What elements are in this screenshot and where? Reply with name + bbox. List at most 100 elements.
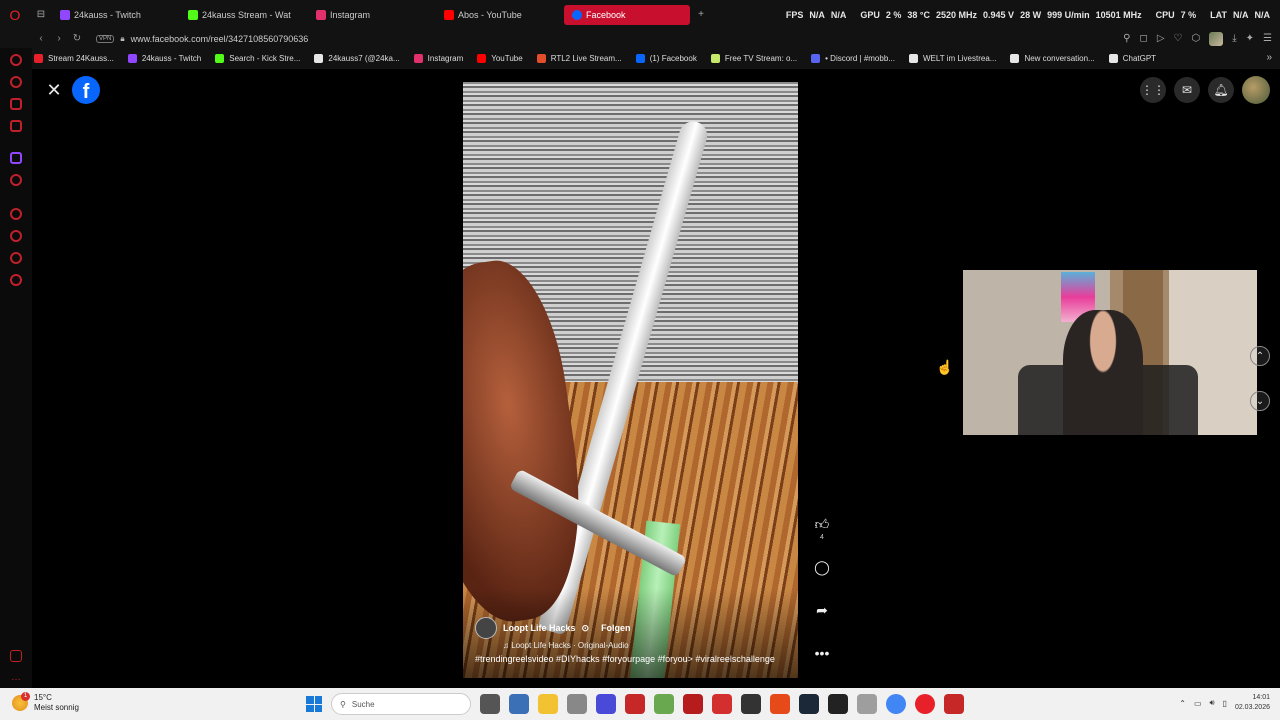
url-field[interactable]: www.facebook.com/reel/3427108560790636 [131, 34, 309, 44]
weather-widget[interactable]: 1 15°C Meist sonnig [12, 692, 79, 713]
task-view-icon[interactable] [480, 694, 500, 714]
taskbar-search[interactable]: ⚲ Suche [331, 693, 471, 715]
windows-taskbar: 1 15°C Meist sonnig ⚲ Suche ⌃ ▭ 🔊︎ ▯ 14:… [0, 688, 1280, 720]
clock-icon[interactable] [10, 230, 22, 242]
steam-icon[interactable] [799, 694, 819, 714]
notifications-bell-icon[interactable]: 🔔︎ [1208, 77, 1234, 103]
twitch-sidebar-icon[interactable] [10, 98, 22, 110]
chrome-icon[interactable] [886, 694, 906, 714]
tab-youtube[interactable]: Abos - YouTube [436, 5, 564, 25]
snapshot-icon[interactable]: ◻ [1140, 33, 1148, 44]
windows-start-icon[interactable] [306, 696, 322, 712]
vegas-icon[interactable] [596, 694, 616, 714]
bookmark-item[interactable]: YouTube [477, 54, 523, 63]
comment-icon[interactable]: ◯ [814, 559, 830, 577]
tiktok-sidebar-icon[interactable] [10, 120, 22, 132]
epic-games-icon[interactable] [828, 694, 848, 714]
bookmark-item[interactable]: • Discord | #mobb... [811, 54, 895, 63]
taskbar-apps: ⚲ Suche [306, 693, 964, 715]
battery-icon[interactable]: ▯ [1223, 699, 1227, 708]
bookmark-item[interactable]: 24kauss7 (@24ka... [314, 54, 400, 63]
network-icon[interactable]: ▭ [1194, 699, 1202, 708]
profile-avatar[interactable] [1209, 31, 1224, 46]
history-icon[interactable] [10, 208, 22, 220]
author-avatar[interactable] [475, 617, 497, 639]
like-icon[interactable]: 👍︎ [815, 516, 830, 534]
extensions-sidebar-icon[interactable] [10, 252, 22, 264]
menu-icon[interactable]: ☰ [1263, 33, 1272, 44]
facebook-logo-icon[interactable]: f [72, 76, 100, 104]
origin-icon[interactable] [770, 694, 790, 714]
bookmark-item[interactable]: 24kauss - Twitch [127, 54, 201, 63]
settings-gear-icon[interactable] [857, 694, 877, 714]
sidebar-more-icon[interactable]: … [11, 672, 21, 683]
reel-video[interactable]: Loopt Life Hacks ⊙ Folgen ♫ Loopt Life H… [463, 82, 798, 678]
bookmark-item[interactable]: Instagram [413, 54, 463, 63]
author-name[interactable]: Loopt Life Hacks [503, 623, 576, 633]
speed-dial-icon[interactable] [10, 54, 22, 66]
menu-grid-icon[interactable]: ⋮⋮ [1140, 77, 1166, 103]
settings-icon[interactable] [10, 274, 22, 286]
weather-temp: 15°C [34, 693, 52, 702]
extensions-icon[interactable]: ⬡ [1191, 33, 1200, 44]
volume-icon[interactable]: 🔊︎ [1210, 698, 1215, 708]
opera-taskbar-icon[interactable] [625, 694, 645, 714]
gx-logo-icon[interactable] [10, 650, 22, 662]
bookmark-item[interactable]: New conversation... [1010, 54, 1095, 63]
bookmark-item[interactable]: WELT im Livestrea... [908, 54, 996, 63]
clock-time: 14:01 [1252, 694, 1270, 701]
app-icon[interactable] [944, 694, 964, 714]
bookmarks-more-icon[interactable]: » [1266, 52, 1272, 63]
vpn-badge[interactable]: VPN [96, 34, 115, 43]
clock[interactable]: 14:01 02.03.2026 [1235, 693, 1270, 713]
gx-corner-icon[interactable] [10, 76, 22, 88]
forward-icon[interactable]: › [50, 33, 68, 44]
verified-icon: ⊙ [581, 622, 590, 633]
music-icon[interactable] [10, 174, 22, 186]
heart-icon[interactable]: ♡ [1174, 33, 1183, 44]
reel-audio[interactable]: ♫ Loopt Life Hacks · Original-Audio [503, 641, 775, 650]
previous-reel-icon[interactable]: ⌃ [1250, 346, 1270, 366]
obs-icon[interactable] [741, 694, 761, 714]
tray-overflow-icon[interactable]: ⌃ [1179, 699, 1186, 708]
mouse-app-icon[interactable] [567, 694, 587, 714]
bookmark-item[interactable]: Stream 24Kauss... [34, 54, 114, 63]
opera-gx-icon[interactable] [915, 694, 935, 714]
messenger-icon[interactable]: ✉ [1174, 77, 1200, 103]
play-icon[interactable]: ▷ [1157, 33, 1165, 44]
bookmark-item[interactable]: (1) Facebook [635, 54, 697, 63]
close-icon[interactable]: ✕ [44, 80, 64, 101]
tab-twitch[interactable]: 24kauss - Twitch [52, 5, 180, 25]
bookmark-favicon-icon [127, 54, 137, 63]
bookmark-item[interactable]: Search - Kick Stre... [215, 54, 300, 63]
tab-instagram[interactable]: Instagram [308, 5, 436, 25]
pin-icon[interactable]: ⚲ [1123, 33, 1130, 44]
twitch-panel-icon[interactable] [10, 152, 22, 164]
opera-logo-icon[interactable]: O [0, 0, 30, 29]
download-icon[interactable]: ⤓ [1232, 33, 1236, 44]
reload-icon[interactable]: ↻ [68, 33, 86, 44]
bookmark-item[interactable]: ChatGPT [1108, 54, 1156, 63]
bookmark-label: Stream 24Kauss... [48, 54, 114, 63]
bookmarks-bar: Stream 24Kauss... 24kauss - Twitch Search … [0, 48, 1280, 69]
new-tab-button[interactable]: + [690, 9, 712, 20]
video-editor-icon[interactable] [683, 694, 703, 714]
tab-facebook[interactable]: Facebook [564, 4, 690, 25]
follow-button[interactable]: Folgen [601, 623, 631, 633]
calculator-icon[interactable] [509, 694, 529, 714]
account-avatar[interactable] [1242, 76, 1270, 104]
minecraft-icon[interactable] [654, 694, 674, 714]
reel-hashtags[interactable]: #trendingreelsvideo #DIYhacks #foryourpa… [475, 653, 775, 666]
recorder-icon[interactable] [712, 694, 732, 714]
more-options-icon[interactable]: ••• [815, 645, 830, 663]
tab-kick[interactable]: 24kauss Stream - Wat [180, 5, 308, 25]
back-icon[interactable]: ‹ [32, 33, 50, 44]
bookmark-item[interactable]: Free TV Stream: o... [710, 54, 797, 63]
workspaces-icon[interactable]: ⊟ [30, 9, 52, 20]
next-reel-icon[interactable]: ⌄ [1250, 391, 1270, 411]
header-actions: ⋮⋮ ✉ 🔔︎ [1140, 76, 1270, 104]
file-explorer-icon[interactable] [538, 694, 558, 714]
share-icon[interactable]: ➦ [816, 602, 828, 620]
aria-ai-icon[interactable]: ✦ [1246, 33, 1254, 44]
bookmark-item[interactable]: RTL2 Live Stream... [536, 54, 622, 63]
